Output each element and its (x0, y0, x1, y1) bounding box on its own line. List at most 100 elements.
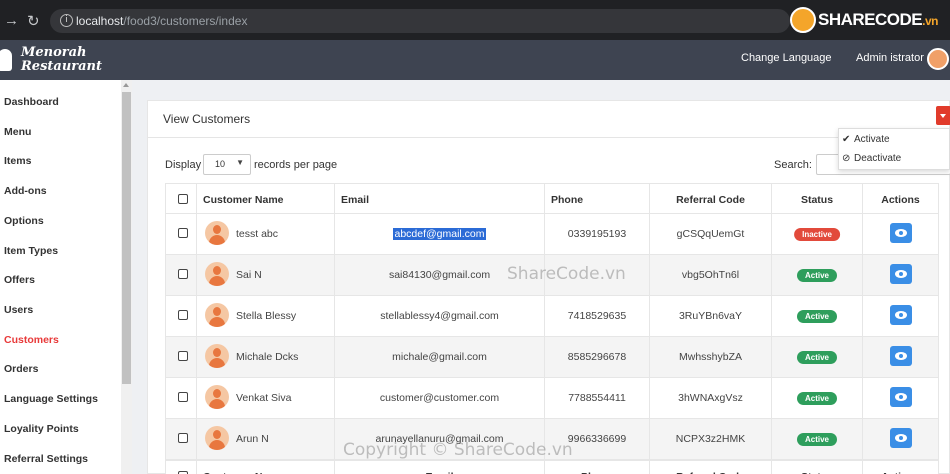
admin-avatar[interactable] (927, 48, 949, 70)
customer-name: Arun N (236, 433, 269, 445)
scroll-up-icon[interactable] (123, 83, 129, 87)
per-page-select[interactable]: 10 ▼ (203, 154, 251, 175)
status-badge[interactable]: Inactive (794, 228, 840, 241)
site-info-icon[interactable]: i (60, 14, 73, 27)
eye-icon (895, 434, 907, 442)
forward-arrow-icon[interactable]: → (4, 12, 19, 29)
table-row: tesst abc abcdef@gmail.com 0339195193 gC… (165, 214, 939, 255)
customers-card: View Customers Display 10 ▼ records per … (147, 100, 950, 474)
sidebar-item-referral-settings[interactable]: Referral Settings (4, 453, 88, 465)
select-all-checkbox[interactable] (178, 194, 188, 204)
row-checkbox[interactable] (178, 392, 188, 402)
eye-icon (895, 229, 907, 237)
selected-email-text: abcdef@gmail.com (393, 228, 486, 240)
customer-name-cell: Stella Blessy (197, 296, 335, 336)
sidebar-item-options[interactable]: Options (4, 215, 44, 227)
url-host: localhost (76, 14, 124, 28)
customer-name: Venkat Siva (236, 392, 292, 404)
row-select-cell (165, 419, 197, 459)
sidebar-item-offers[interactable]: Offers (4, 274, 35, 286)
referral-cell: 3RuYBn6vaY (650, 296, 772, 336)
sidebar-item-add-ons[interactable]: Add-ons (4, 185, 47, 197)
row-checkbox[interactable] (178, 310, 188, 320)
status-cell: Active (772, 378, 863, 418)
header-referral-code[interactable]: Referral Code (650, 184, 772, 213)
card-title: View Customers (163, 112, 251, 126)
row-checkbox[interactable] (178, 269, 188, 279)
customer-name: Michale Dcks (236, 351, 299, 363)
row-select-cell (165, 255, 197, 295)
view-button[interactable] (890, 428, 912, 448)
sidebar-item-language-settings[interactable]: Language Settings (4, 393, 98, 405)
footer-select-cell (165, 461, 197, 474)
display-label: Display (165, 159, 202, 171)
sidebar-item-customers[interactable]: Customers (4, 334, 59, 346)
sharecode-logo-icon (790, 7, 816, 33)
activate-menu-item[interactable]: ✔ Activate (842, 134, 890, 145)
sidebar-item-menu[interactable]: Menu (4, 126, 31, 138)
row-checkbox[interactable] (178, 351, 188, 361)
actions-cell (863, 255, 939, 295)
brand-name: Menorah Restaurant (21, 46, 102, 74)
card-divider (148, 137, 950, 138)
status-badge[interactable]: Active (796, 310, 838, 323)
header-status[interactable]: Status (772, 184, 863, 213)
change-language-link[interactable]: Change Language (741, 52, 832, 64)
reload-icon[interactable]: ↻ (27, 12, 40, 30)
per-page-value: 10 (215, 159, 226, 169)
sidebar-item-orders[interactable]: Orders (4, 363, 38, 375)
sidebar-item-dashboard[interactable]: Dashboard (4, 96, 59, 108)
header-phone[interactable]: Phone (545, 184, 650, 213)
sidebar-item-users[interactable]: Users (4, 304, 33, 316)
actions-cell (863, 337, 939, 377)
table-row: Venkat Siva customer@customer.com 778855… (165, 378, 939, 419)
status-badge[interactable]: Active (796, 269, 838, 282)
customer-avatar (205, 426, 229, 450)
actions-cell (863, 419, 939, 459)
view-button[interactable] (890, 223, 912, 243)
status-badge[interactable]: Active (796, 433, 838, 446)
row-checkbox[interactable] (178, 433, 188, 443)
view-button[interactable] (890, 387, 912, 407)
footer-phone[interactable]: Phone (545, 461, 650, 474)
address-bar[interactable]: i localhost/food3/customers/index (50, 9, 790, 33)
view-button[interactable] (890, 264, 912, 284)
footer-email[interactable]: Email (335, 461, 545, 474)
customer-avatar (205, 221, 229, 245)
deactivate-menu-item[interactable]: ⊘ Deactivate (842, 153, 902, 164)
table-footer-row: Customer Name Email Phone Referral Code … (165, 460, 939, 474)
row-select-cell (165, 296, 197, 336)
sidebar-item-loyality-points[interactable]: Loyality Points (4, 423, 79, 435)
phone-cell: 0339195193 (545, 214, 650, 254)
header-phone-label: Phone (551, 194, 584, 206)
header-email[interactable]: Email (335, 184, 545, 213)
footer-referral-code[interactable]: Referral Code (650, 461, 772, 474)
phone-cell: 7418529635 (545, 296, 650, 336)
view-button[interactable] (890, 346, 912, 366)
customer-avatar (205, 303, 229, 327)
customer-name-cell: tesst abc (197, 214, 335, 254)
status-cell: Active (772, 255, 863, 295)
status-badge[interactable]: Active (796, 351, 838, 364)
sidebar-scrollbar[interactable] (121, 80, 132, 474)
customer-name-cell: Sai N (197, 255, 335, 295)
view-button[interactable] (890, 305, 912, 325)
row-checkbox[interactable] (178, 228, 188, 238)
status-badge[interactable]: Active (796, 392, 838, 405)
phone-cell: 7788554411 (545, 378, 650, 418)
bulk-actions-dropdown-button[interactable] (936, 106, 950, 125)
deactivate-label: Deactivate (854, 153, 902, 164)
admin-name[interactable]: Admin istrator (856, 52, 924, 64)
header-customer-name[interactable]: Customer Name (197, 184, 335, 213)
sidebar-item-item-types[interactable]: Item Types (4, 245, 58, 257)
footer-customer-name[interactable]: Customer Name (197, 461, 335, 474)
customer-phone: 7788554411 (568, 392, 626, 404)
footer-status[interactable]: Status (772, 461, 863, 474)
scrollbar-thumb[interactable] (122, 92, 131, 384)
brand-line2: Restaurant (21, 59, 103, 74)
actions-cell (863, 296, 939, 336)
sidebar-item-items[interactable]: Items (4, 155, 31, 167)
search-label: Search: (774, 159, 812, 171)
customer-name: Sai N (236, 269, 262, 281)
brand-line1: Menorah (21, 45, 87, 60)
